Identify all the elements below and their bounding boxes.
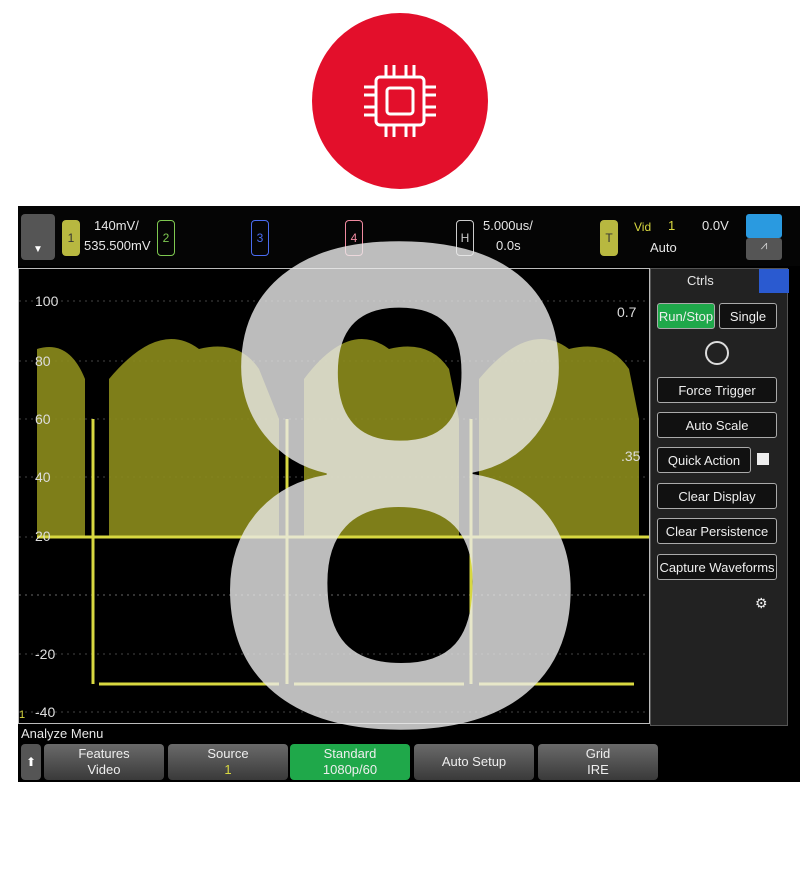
search-icon[interactable]: [705, 341, 729, 365]
channel-1-button[interactable]: 1: [62, 220, 80, 256]
single-button[interactable]: Single: [719, 303, 777, 329]
trigger-mode: Auto: [650, 240, 677, 255]
back-up-button[interactable]: ⬆: [21, 744, 41, 780]
quick-action-button[interactable]: Quick Action: [657, 447, 751, 473]
softkey-value: 1: [224, 762, 232, 777]
y-label: 60: [35, 411, 51, 427]
time-offset: 0.0s: [496, 238, 521, 253]
softkey-label: Auto Setup: [441, 754, 507, 769]
capture-waveforms-button[interactable]: Capture Waveforms: [657, 554, 777, 580]
trigger-button[interactable]: T: [600, 220, 618, 256]
softkey-label: Source: [207, 746, 249, 761]
menu-dropdown-button[interactable]: ▼: [21, 214, 55, 260]
quick-action-settings-icon[interactable]: [757, 453, 769, 465]
waveform-trace: [37, 339, 639, 537]
waveform-display: [19, 300, 649, 713]
cpu-chip-icon: [364, 65, 436, 137]
panel-menu-icon[interactable]: [759, 269, 789, 293]
time-scale: 5.000us/: [483, 218, 533, 233]
y-label: -20: [35, 646, 56, 662]
softkey-value: Video: [87, 762, 121, 777]
zoom-select-icon[interactable]: [746, 214, 782, 238]
trigger-source: 1: [668, 218, 676, 233]
clear-display-button[interactable]: Clear Display: [657, 483, 777, 509]
right-label: .35: [621, 448, 641, 464]
gear-icon[interactable]: ⚙: [755, 595, 768, 612]
channel-3-button[interactable]: 3: [251, 220, 269, 256]
y-label: 80: [35, 353, 51, 369]
force-trigger-button[interactable]: Force Trigger: [657, 377, 777, 403]
right-label: 0.7: [617, 304, 637, 320]
softkey-standard[interactable]: Standard 1080p/60: [290, 744, 410, 780]
softkey-label: Standard: [323, 746, 377, 761]
status-bar: ▼ 1 140mV/ 535.500mV 2 3 4 H 5.000us/ 0.…: [18, 206, 800, 266]
softkey-value: 1080p/60: [322, 762, 378, 777]
controls-panel: Ctrls Run/Stop Single Force Trigger Auto…: [650, 268, 789, 726]
channel-4-button[interactable]: 4: [345, 220, 363, 256]
channel-2-button[interactable]: 2: [157, 220, 175, 256]
oscilloscope-screen: ▼ 1 140mV/ 535.500mV 2 3 4 H 5.000us/ 0.…: [18, 206, 800, 782]
softkey-features[interactable]: Features Video: [44, 744, 164, 780]
softkey-source[interactable]: Source 1: [168, 744, 288, 780]
logo: [312, 13, 488, 189]
y-label: 100: [35, 293, 59, 309]
ground-marker[interactable]: 1: [19, 709, 25, 721]
panel-title: Ctrls: [687, 273, 714, 288]
horizontal-button[interactable]: H: [456, 220, 474, 256]
softkey-value: IRE: [587, 762, 609, 777]
graticule: 100 80 60 40 20 -20 -40 0.7 .35 1: [18, 268, 650, 724]
run-stop-button[interactable]: Run/Stop: [657, 303, 715, 329]
softkey-label: Grid: [585, 746, 611, 761]
auto-scale-button[interactable]: Auto Scale: [657, 412, 777, 438]
trigger-level: 0.0V: [702, 218, 729, 233]
y-label: -40: [35, 704, 56, 720]
measure-icon[interactable]: ⩘: [746, 238, 782, 260]
y-label: 40: [35, 469, 51, 485]
ch1-offset: 535.500mV: [84, 238, 151, 253]
clear-persistence-button[interactable]: Clear Persistence: [657, 518, 777, 544]
menu-title: Analyze Menu: [21, 726, 104, 741]
softkey-label: Features: [78, 746, 130, 761]
softkey-grid[interactable]: Grid IRE: [538, 744, 658, 780]
trigger-type: Vid: [634, 220, 652, 234]
softkey-auto-setup[interactable]: Auto Setup: [414, 744, 534, 780]
y-label: 20: [35, 528, 51, 544]
ch1-scale: 140mV/: [94, 218, 139, 233]
